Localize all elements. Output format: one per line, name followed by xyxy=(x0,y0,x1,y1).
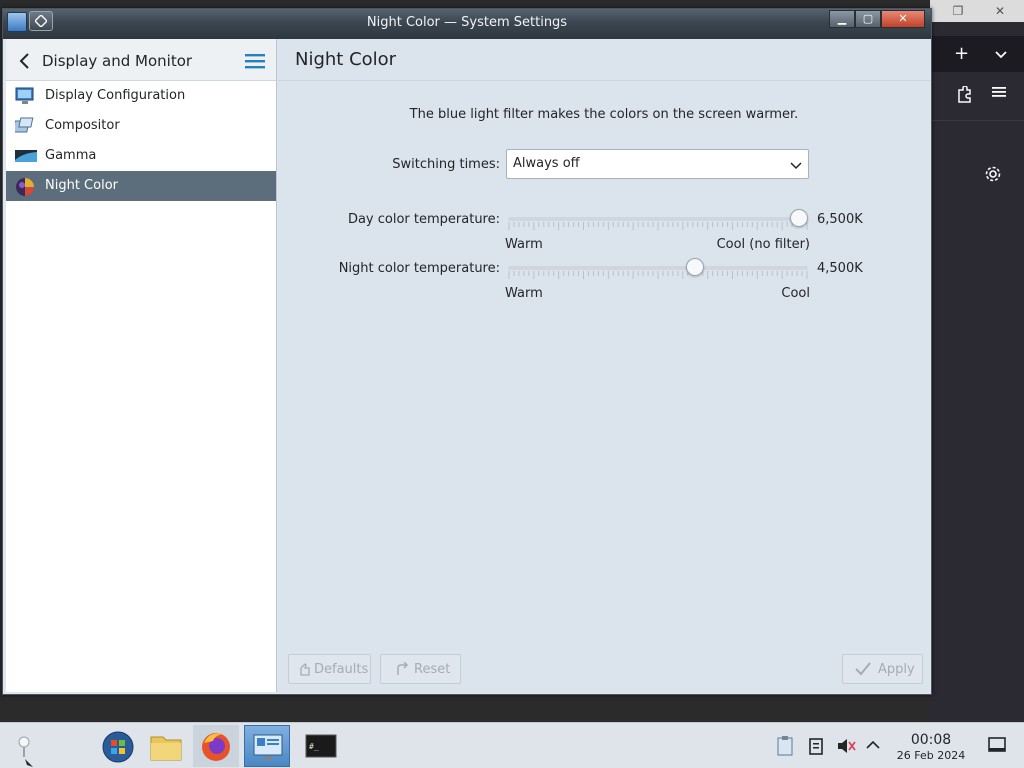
sidebar-item-compositor[interactable]: Compositor xyxy=(6,111,276,141)
taskbar-file-manager[interactable] xyxy=(143,725,189,767)
chevron-up-icon[interactable] xyxy=(866,739,880,754)
taskbar-start-orb[interactable] xyxy=(95,725,141,767)
clock-time[interactable]: 00:08 xyxy=(894,732,968,748)
system-settings-window: Night Color — System Settings ▁ ▢ ✕ Disp… xyxy=(2,8,932,695)
launcher-icon xyxy=(18,736,33,767)
maximize-button[interactable]: ▢ xyxy=(855,10,881,28)
volume-muted-icon[interactable] xyxy=(836,737,856,759)
day-cool-label: Cool (no filter) xyxy=(716,237,810,252)
defaults-button[interactable]: Defaults xyxy=(288,654,371,684)
close-button[interactable]: ✕ xyxy=(881,10,925,28)
clock-date[interactable]: 26 Feb 2024 xyxy=(890,749,972,762)
reset-label: Reset xyxy=(414,662,451,677)
application-launcher[interactable] xyxy=(4,725,44,767)
folder-icon xyxy=(150,736,182,761)
terminal-icon: #_ xyxy=(305,734,337,758)
checkmark-icon xyxy=(855,662,871,680)
switching-times-select[interactable]: Always off xyxy=(506,149,809,179)
day-temperature-label: Day color temperature: xyxy=(347,212,500,227)
background-toolbar xyxy=(930,76,1024,116)
back-arrow-icon[interactable] xyxy=(18,52,30,74)
night-cool-label: Cool xyxy=(781,286,810,301)
extensions-icon[interactable] xyxy=(956,85,972,108)
taskbar-terminal[interactable]: #_ xyxy=(298,725,344,767)
slider-track xyxy=(508,217,808,221)
taskbar-system-settings[interactable] xyxy=(244,725,290,767)
background-content xyxy=(930,120,1024,720)
switching-times-label: Switching times: xyxy=(392,157,500,172)
defaults-label: Defaults xyxy=(314,662,369,677)
display-configuration-icon xyxy=(15,87,35,105)
window-title: Night Color — System Settings xyxy=(366,15,568,30)
apply-button[interactable]: Apply xyxy=(842,654,923,684)
sidebar-item-label: Gamma xyxy=(45,148,97,163)
new-tab-icon[interactable]: + xyxy=(954,44,969,64)
sidebar-item-night-color[interactable]: Night Color xyxy=(6,171,276,201)
night-color-icon xyxy=(15,177,35,196)
slider-track xyxy=(508,266,808,270)
system-settings-icon xyxy=(253,734,283,760)
night-temperature-label: Night color temperature: xyxy=(338,261,500,276)
svg-text:#_: #_ xyxy=(309,742,319,751)
slider-handle[interactable] xyxy=(685,258,704,276)
taskbar: #_ 00:08 26 Feb 2024 xyxy=(0,722,1024,768)
reset-button[interactable]: Reset xyxy=(380,654,461,684)
day-warm-label: Warm xyxy=(505,237,543,252)
minimize-button[interactable]: ▁ xyxy=(829,10,855,28)
page-description: The blue light filter makes the colors o… xyxy=(409,107,799,122)
restore-icon[interactable]: ❐ xyxy=(950,3,966,19)
sidebar-item-gamma[interactable]: Gamma xyxy=(6,141,276,171)
hamburger-menu-icon[interactable] xyxy=(245,53,265,73)
page-title: Night Color xyxy=(295,49,397,70)
chevron-down-icon xyxy=(790,159,802,174)
firefox-icon xyxy=(202,733,230,761)
sidebar-category-title[interactable]: Display and Monitor xyxy=(42,52,192,70)
day-temperature-slider[interactable] xyxy=(508,209,808,231)
reset-icon xyxy=(395,661,409,680)
compositor-icon xyxy=(12,117,35,135)
apply-label: Apply xyxy=(878,662,915,677)
window-titlebar[interactable]: Night Color — System Settings ▁ ▢ ✕ xyxy=(3,9,931,39)
gamma-icon xyxy=(15,147,37,165)
night-temperature-slider[interactable] xyxy=(508,258,808,280)
page-header: Night Color xyxy=(278,39,930,81)
background-browser-window: ❐ ✕ + xyxy=(930,0,1024,722)
defaults-icon xyxy=(297,662,311,680)
slider-ticks xyxy=(508,271,808,279)
sidebar-item-display-configuration[interactable]: Display Configuration xyxy=(6,81,276,111)
tab-list-icon[interactable] xyxy=(994,46,1008,66)
day-temperature-value: 6,500K xyxy=(817,212,863,227)
slider-ticks xyxy=(508,222,808,230)
notes-tray-icon[interactable] xyxy=(808,737,824,759)
clipboard-tray-icon[interactable] xyxy=(776,735,794,761)
sidebar-item-label: Night Color xyxy=(45,178,118,193)
switching-times-value: Always off xyxy=(513,156,580,171)
window-controls: ▁ ▢ ✕ xyxy=(829,10,925,28)
sidebar-item-label: Compositor xyxy=(45,118,120,133)
app-menu-icon[interactable] xyxy=(992,86,1006,102)
background-tab-bar: + xyxy=(930,36,1024,72)
slider-handle[interactable] xyxy=(790,209,808,227)
night-temperature-value: 4,500K xyxy=(817,261,863,276)
background-titlebar: ❐ ✕ xyxy=(930,0,1024,22)
gear-icon[interactable] xyxy=(984,165,1002,187)
taskbar-firefox[interactable] xyxy=(193,725,239,767)
night-color-page: Night Color The blue light filter makes … xyxy=(278,39,930,692)
sidebar: Display and Monitor Display Configuratio… xyxy=(6,39,277,692)
sidebar-header: Display and Monitor xyxy=(6,39,276,81)
close-icon[interactable]: ✕ xyxy=(992,3,1008,19)
windows-orb-icon xyxy=(102,731,134,763)
night-warm-label: Warm xyxy=(505,286,543,301)
show-desktop-icon[interactable] xyxy=(988,737,1006,757)
sidebar-item-label: Display Configuration xyxy=(45,88,186,103)
